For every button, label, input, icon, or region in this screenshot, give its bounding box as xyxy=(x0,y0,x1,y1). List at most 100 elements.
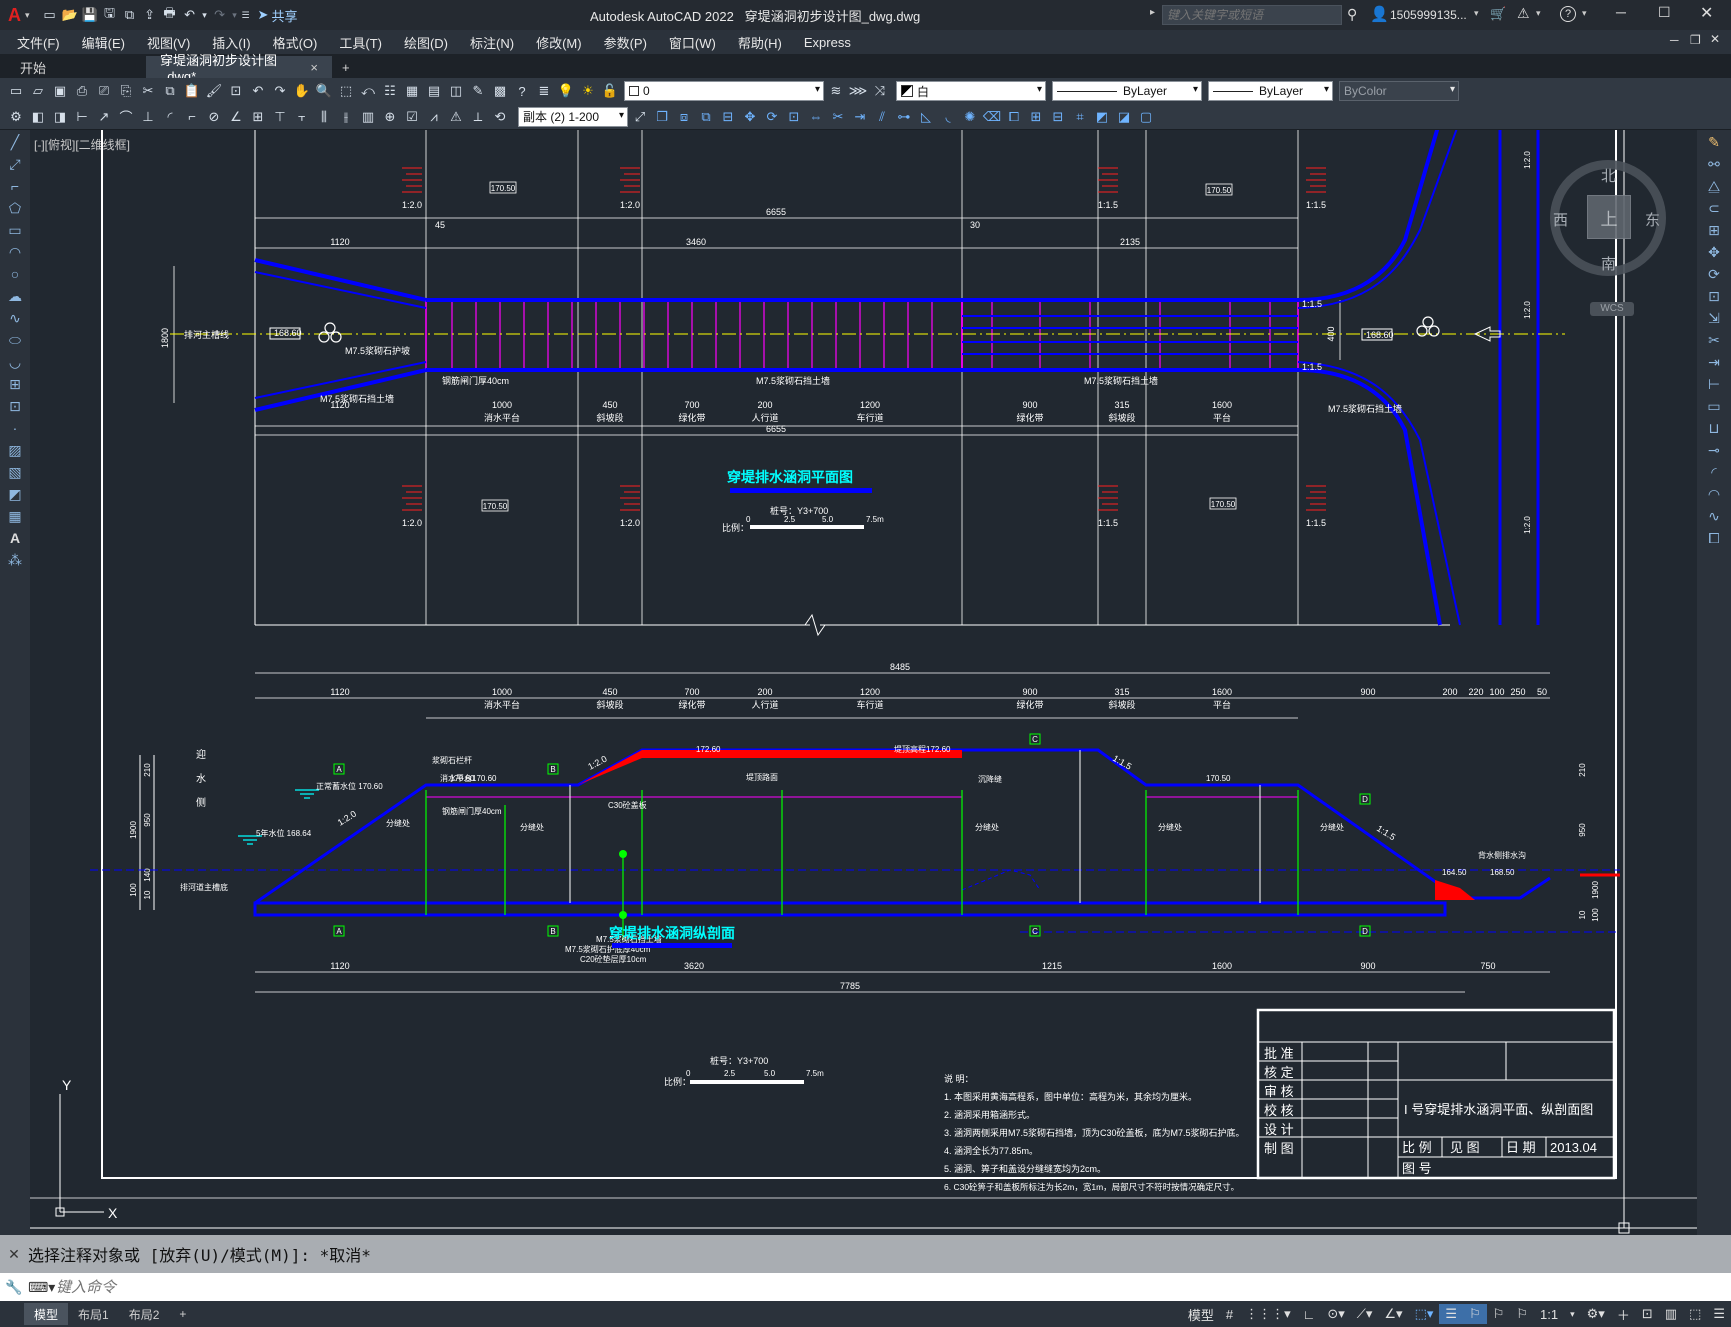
break-right-icon[interactable]: ▭ xyxy=(1703,396,1725,416)
markup-icon[interactable]: ✎ xyxy=(468,82,488,100)
osnap-tracking-icon[interactable]: ∠▾ xyxy=(1378,1304,1408,1324)
publish-icon[interactable]: ⎘ xyxy=(116,82,136,100)
workspace-gear-icon[interactable]: ⚙▾ xyxy=(1581,1304,1611,1324)
plus-icon[interactable]: ＋ xyxy=(1611,1304,1636,1324)
menu-help[interactable]: 帮助(H) xyxy=(727,33,793,52)
new-tab-button[interactable]: + xyxy=(332,56,360,78)
menu-tools[interactable]: 工具(T) xyxy=(328,33,393,52)
close-icon[interactable]: ✕ xyxy=(1700,3,1713,23)
annotation-visibility-icon[interactable]: ⚐ xyxy=(1463,1304,1487,1324)
redo-toolbar-icon[interactable]: ↷ xyxy=(270,82,290,100)
radius-dim-icon[interactable]: ◜ xyxy=(160,108,180,126)
a360-dropdown-icon[interactable]: ▾ xyxy=(1536,8,1541,19)
menu-view[interactable]: 视图(V) xyxy=(136,33,201,52)
dim-break-icon[interactable]: ⫲ xyxy=(336,108,356,126)
menu-modify[interactable]: 修改(M) xyxy=(525,33,593,52)
mtext-icon[interactable]: A xyxy=(4,528,26,548)
open-icon[interactable]: ▱ xyxy=(28,82,48,100)
aligned-dim-icon[interactable]: ↗ xyxy=(94,108,114,126)
region-icon[interactable]: ◩ xyxy=(1092,108,1112,126)
rotate-right-icon[interactable]: ⟳ xyxy=(1703,264,1725,284)
explode-icon[interactable]: ✺ xyxy=(960,108,980,126)
menu-parametric[interactable]: 参数(P) xyxy=(593,33,658,52)
make-block-icon[interactable]: ⊡ xyxy=(4,396,26,416)
chamfer-icon[interactable]: ◺ xyxy=(916,108,936,126)
autocad-logo[interactable]: A xyxy=(8,5,21,26)
ungroup-icon[interactable]: ⊟ xyxy=(1048,108,1068,126)
isodraft-icon[interactable]: ⟋▾ xyxy=(1351,1304,1379,1324)
array-right-icon[interactable]: ⊞ xyxy=(1703,220,1725,240)
dimstyle-dropdown[interactable]: 副本 (2) 1-200 ▾ xyxy=(518,106,628,127)
menu-express[interactable]: Express xyxy=(793,35,862,50)
insert-block-icon[interactable]: ⊞ xyxy=(4,374,26,394)
app-menu-arrow-icon[interactable]: ▾ xyxy=(25,10,30,21)
help-dropdown-icon[interactable]: ▾ xyxy=(1582,8,1587,19)
trim-icon[interactable]: ✂ xyxy=(828,108,848,126)
open-file-icon[interactable]: 📂 xyxy=(60,6,80,24)
zoom-previous-icon[interactable]: ⤺ xyxy=(358,82,378,100)
cut-icon[interactable]: ✂ xyxy=(138,82,158,100)
layer-states-icon[interactable]: ◧ xyxy=(28,108,48,126)
share-button[interactable]: ➤ 共享 xyxy=(258,6,298,25)
viewcube-east[interactable]: 东 xyxy=(1645,209,1660,230)
tolerance-icon[interactable]: ▥ xyxy=(358,108,378,126)
arc-icon[interactable]: ◠ xyxy=(4,242,26,262)
revcloud-icon[interactable]: ☁ xyxy=(4,286,26,306)
annotation-scale-icon[interactable]: ⚐ xyxy=(1510,1304,1534,1324)
properties-icon[interactable]: ☷ xyxy=(380,82,400,100)
offset-right-icon[interactable]: ⊂ xyxy=(1703,198,1725,218)
lineweight-status-icon[interactable]: ☰ xyxy=(1439,1304,1464,1324)
tab-start[interactable]: 开始 xyxy=(6,56,146,78)
menu-dimension[interactable]: 标注(N) xyxy=(459,33,525,52)
a360-icon[interactable]: ⚠ xyxy=(1517,5,1530,22)
user-icon[interactable]: 👤 xyxy=(1370,5,1389,23)
jogged-dim-icon[interactable]: ⌐ xyxy=(182,108,202,126)
copy-icon[interactable]: ⧉ xyxy=(160,82,180,100)
region-draw-icon[interactable]: ◩ xyxy=(4,484,26,504)
ellipse-icon[interactable]: ⬭ xyxy=(4,330,26,350)
break-point-icon[interactable]: ⊢ xyxy=(1703,374,1725,394)
menu-edit[interactable]: 编辑(E) xyxy=(71,33,136,52)
stretch-right-icon[interactable]: ⇲ xyxy=(1703,308,1725,328)
copy-obj-icon[interactable]: ❐ xyxy=(652,108,672,126)
recent-commands-icon[interactable]: ⌨▾ xyxy=(28,1279,56,1296)
point-icon[interactable]: · xyxy=(4,418,26,438)
layer-previous-icon[interactable]: ⋙ xyxy=(848,82,868,100)
tab-close-icon[interactable]: × xyxy=(310,60,318,75)
undo-dropdown-icon[interactable]: ▾ xyxy=(200,6,210,24)
layer-properties-icon[interactable]: ≣ xyxy=(534,82,554,100)
user-dropdown-icon[interactable]: ▾ xyxy=(1474,8,1479,19)
join-right-icon[interactable]: ⊔ xyxy=(1703,418,1725,438)
design-center-icon[interactable]: ▦ xyxy=(402,82,422,100)
redo-icon[interactable]: ↷ xyxy=(210,6,230,24)
undo-icon[interactable]: ↶ xyxy=(180,6,200,24)
layer-match-icon[interactable]: ⤨ xyxy=(870,82,890,100)
hatch-icon[interactable]: ▨ xyxy=(4,440,26,460)
diameter-dim-icon[interactable]: ⊘ xyxy=(204,108,224,126)
rectangle-icon[interactable]: ▭ xyxy=(4,220,26,240)
extend-right-icon[interactable]: ⇥ xyxy=(1703,352,1725,372)
dim-override-icon[interactable]: ⤢ xyxy=(630,108,650,126)
quick-properties-icon[interactable]: ⚙ xyxy=(6,108,26,126)
polar-icon[interactable]: ⊙▾ xyxy=(1321,1304,1350,1324)
model-space-button[interactable]: 模型 xyxy=(1182,1304,1220,1324)
lineweight-dropdown[interactable]: ByLayer ▾ xyxy=(1208,81,1333,101)
draworder-icon[interactable]: ⧠ xyxy=(1004,108,1024,126)
help-toolbar-icon[interactable]: ? xyxy=(512,82,532,100)
jogged-linear-icon[interactable]: ⩘ xyxy=(424,108,444,126)
polyline-icon[interactable]: ⌐ xyxy=(4,176,26,196)
boundary-icon[interactable]: ◪ xyxy=(1114,108,1134,126)
viewcube-south[interactable]: 南 xyxy=(1601,253,1616,274)
grid-icon[interactable]: # xyxy=(1220,1304,1239,1324)
new-file-icon[interactable]: ▭ xyxy=(40,6,60,24)
print-icon[interactable]: 🖶 xyxy=(160,5,180,24)
menu-insert[interactable]: 插入(I) xyxy=(201,33,261,52)
viewcube[interactable]: 北 南 西 东 上 xyxy=(1550,160,1666,276)
blend-icon[interactable]: ◠ xyxy=(1703,484,1725,504)
close-cmd-icon[interactable]: ✕ xyxy=(0,1246,28,1263)
save-as-icon[interactable]: 🖫 xyxy=(100,5,120,24)
table-icon[interactable]: ▦ xyxy=(4,506,26,526)
polygon-icon[interactable]: ⬠ xyxy=(4,198,26,218)
search-icon[interactable]: ⚲ xyxy=(1347,6,1357,23)
spline-icon[interactable]: ∿ xyxy=(4,308,26,328)
